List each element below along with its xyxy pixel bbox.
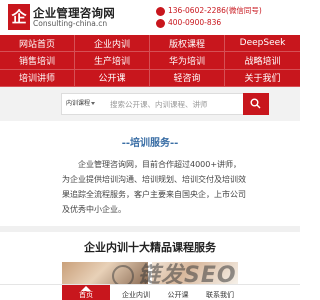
search-category-select[interactable]: 内训课程 bbox=[66, 94, 96, 114]
search-bar: 内训课程 bbox=[0, 87, 300, 121]
nav-item-about[interactable]: 关于我们 bbox=[225, 70, 300, 87]
search-input[interactable] bbox=[110, 94, 240, 114]
nav-item-home[interactable]: 网站首页 bbox=[0, 35, 75, 53]
courses-title: 企业内训十大精品课程服务 bbox=[84, 241, 216, 254]
chevron-down-icon bbox=[91, 102, 96, 105]
nav-item-production-training[interactable]: 生产培训 bbox=[75, 52, 150, 70]
tab-public-courses[interactable]: 公开课 bbox=[160, 285, 196, 300]
logo-icon[interactable]: 企 bbox=[8, 4, 30, 30]
search-icon bbox=[250, 98, 261, 109]
bottom-tab-bar: 首页 企业内训 公开课 联系我们 bbox=[0, 284, 300, 300]
search-box: 内训课程 bbox=[61, 93, 269, 115]
site-subtitle: Consulting-china.cn bbox=[33, 19, 108, 28]
tab-public-label: 公开课 bbox=[167, 291, 189, 299]
nav-item-sales-training[interactable]: 销售培训 bbox=[0, 52, 75, 70]
nav-item-strategy-training[interactable]: 战略培训 bbox=[225, 52, 300, 70]
nav-item-huawei-training[interactable]: 华为培训 bbox=[150, 52, 225, 70]
home-icon bbox=[81, 286, 91, 291]
tab-contact-label: 联系我们 bbox=[206, 291, 234, 299]
tab-home[interactable]: 首页 bbox=[62, 285, 110, 300]
nav-item-copyright-courses[interactable]: 版权课程 bbox=[150, 35, 225, 53]
phone-icon bbox=[156, 19, 165, 28]
tab-inhouse-training[interactable]: 企业内训 bbox=[112, 285, 160, 300]
section-divider bbox=[0, 226, 300, 232]
nav-item-deepseek[interactable]: DeepSeek bbox=[225, 35, 300, 53]
tab-inhouse-label: 企业内训 bbox=[122, 291, 150, 299]
nav-item-light-consulting[interactable]: 轻咨询 bbox=[150, 69, 225, 87]
services-description: 企业管理咨询网，目前合作超过4000+讲师，为企业提供培训沟通、培训规划、培训交… bbox=[62, 160, 246, 214]
nav-item-inhouse-training[interactable]: 企业内训 bbox=[75, 35, 150, 53]
tab-contact[interactable]: 联系我们 bbox=[196, 285, 244, 300]
phone-number-2[interactable]: 400-0900-836 bbox=[168, 18, 221, 27]
tab-home-label: 首页 bbox=[79, 291, 93, 299]
search-button[interactable] bbox=[243, 93, 269, 115]
search-category-label: 内训课程 bbox=[66, 100, 91, 107]
nav-item-trainers[interactable]: 培训讲师 bbox=[0, 69, 75, 87]
phone-number-1[interactable]: 136-0602-2286(微信同号) bbox=[168, 5, 262, 16]
header: 企 企业管理咨询网 Consulting-china.cn 136-0602-2… bbox=[0, 0, 300, 34]
main-nav: 网站首页 企业内训 版权课程 DeepSeek 销售培训 生产培训 华为培训 战… bbox=[0, 35, 300, 87]
phone-icon bbox=[156, 7, 165, 16]
services-title: --培训服务-- bbox=[121, 138, 179, 149]
nav-item-public-courses[interactable]: 公开课 bbox=[75, 69, 150, 87]
